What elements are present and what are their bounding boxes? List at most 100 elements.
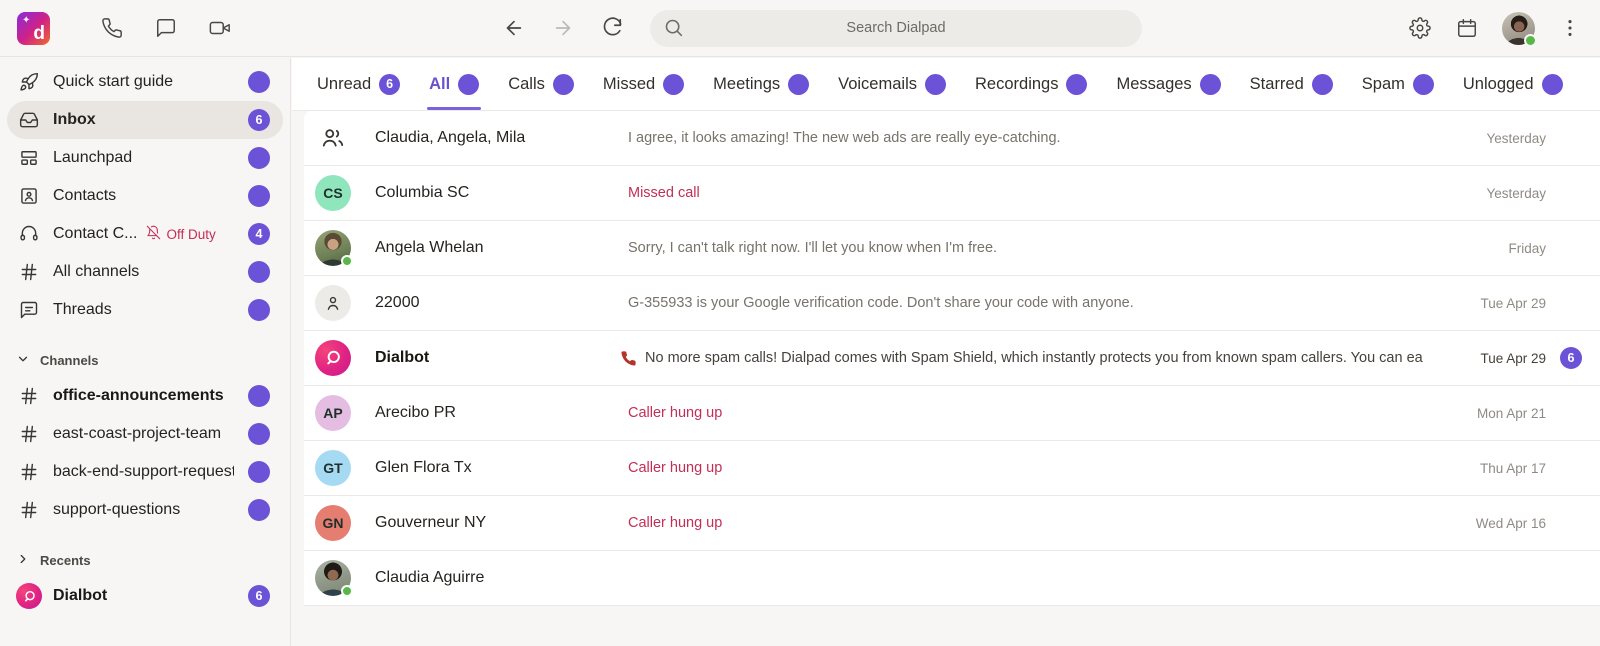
unread-count-badge bbox=[248, 261, 270, 283]
dialbot-logo bbox=[315, 340, 351, 376]
unread-count-badge bbox=[788, 74, 809, 95]
bell-off-icon bbox=[146, 225, 161, 243]
sidebar: Quick start guide Inbox 6 Launchpad Cont… bbox=[0, 58, 291, 646]
forward-icon[interactable] bbox=[551, 16, 575, 40]
recents-section-header[interactable]: Recents bbox=[0, 543, 290, 577]
conversation-list: Claudia, Angela, Mila I agree, it looks … bbox=[304, 111, 1600, 606]
search-input[interactable] bbox=[650, 10, 1142, 47]
tab-all[interactable]: All bbox=[429, 58, 479, 110]
group-icon bbox=[320, 125, 346, 151]
back-icon[interactable] bbox=[502, 16, 526, 40]
sidebar-item-threads[interactable]: Threads bbox=[7, 291, 283, 329]
unread-count-badge: 6 bbox=[248, 585, 270, 607]
dialpad-logo[interactable]: ✦ d bbox=[17, 12, 50, 45]
user-avatar[interactable] bbox=[1502, 12, 1535, 45]
avatar bbox=[315, 560, 351, 596]
inbox-tabs: Unread 6 All Calls Missed Meetings Voice… bbox=[292, 58, 1600, 111]
conversation-name: Columbia SC bbox=[375, 184, 620, 202]
tab-meetings[interactable]: Meetings bbox=[713, 58, 809, 110]
sidebar-item-inbox[interactable]: Inbox 6 bbox=[7, 101, 283, 139]
message-preview: G-355933 is your Google verification cod… bbox=[620, 295, 1464, 311]
conversation-name: Arecibo PR bbox=[375, 404, 620, 422]
unread-count-badge bbox=[553, 74, 574, 95]
conversation-row[interactable]: GN Gouverneur NY Caller hung up Wed Apr … bbox=[304, 496, 1600, 551]
unread-count-badge bbox=[1066, 74, 1087, 95]
timestamp: Friday bbox=[1508, 241, 1546, 256]
avatar bbox=[315, 340, 351, 376]
refresh-icon[interactable] bbox=[600, 16, 624, 40]
hash-icon bbox=[18, 261, 40, 283]
timestamp: Yesterday bbox=[1486, 186, 1546, 201]
message-preview: Missed call bbox=[620, 185, 1470, 201]
avatar bbox=[315, 285, 351, 321]
conversation-name: Glen Flora Tx bbox=[375, 459, 620, 477]
hash-icon bbox=[18, 423, 40, 445]
conversation-row[interactable]: GT Glen Flora Tx Caller hung up Thu Apr … bbox=[304, 441, 1600, 496]
settings-icon[interactable] bbox=[1408, 16, 1432, 40]
sidebar-channel-east-coast-project-team[interactable]: east-coast-project-team bbox=[7, 415, 283, 453]
sidebar-channel-back-end-support-requests[interactable]: back-end-support-requests bbox=[7, 453, 283, 491]
calendar-icon[interactable] bbox=[1455, 16, 1479, 40]
sidebar-item-launchpad[interactable]: Launchpad bbox=[7, 139, 283, 177]
tab-unread[interactable]: Unread 6 bbox=[317, 58, 400, 110]
unread-count-badge bbox=[248, 461, 270, 483]
sidebar-recent-dialbot[interactable]: Dialbot 6 bbox=[7, 577, 283, 615]
avatar: GT bbox=[315, 450, 351, 486]
timestamp: Wed Apr 16 bbox=[1476, 516, 1546, 531]
search-bar bbox=[650, 10, 1142, 47]
tab-missed[interactable]: Missed bbox=[603, 58, 684, 110]
message-preview: Caller hung up bbox=[620, 405, 1461, 421]
unread-count-badge: 6 bbox=[379, 74, 400, 95]
tab-spam[interactable]: Spam bbox=[1362, 58, 1434, 110]
tab-calls[interactable]: Calls bbox=[508, 58, 574, 110]
sidebar-item-quick-start-guide[interactable]: Quick start guide bbox=[7, 63, 283, 101]
timestamp: Mon Apr 21 bbox=[1477, 406, 1546, 421]
tab-starred[interactable]: Starred bbox=[1250, 58, 1333, 110]
conversation-name: Gouverneur NY bbox=[375, 514, 620, 532]
sidebar-item-contacts[interactable]: Contacts bbox=[7, 177, 283, 215]
inbox-icon bbox=[18, 109, 40, 131]
conversation-name: Claudia, Angela, Mila bbox=[375, 129, 620, 147]
conversation-row[interactable]: CS Columbia SC Missed call Yesterday bbox=[304, 166, 1600, 221]
conversation-row[interactable]: Claudia Aguirre bbox=[304, 551, 1600, 606]
tab-messages[interactable]: Messages bbox=[1116, 58, 1220, 110]
sidebar-item-all-channels[interactable]: All channels bbox=[7, 253, 283, 291]
hash-icon bbox=[18, 499, 40, 521]
sidebar-item-contact-center[interactable]: Contact C... Off Duty 4 bbox=[7, 215, 283, 253]
unread-count-badge bbox=[248, 423, 270, 445]
hash-icon bbox=[18, 461, 40, 483]
presence-dot bbox=[341, 255, 353, 267]
unread-count-badge bbox=[248, 147, 270, 169]
conversation-row[interactable]: AP Arecibo PR Caller hung up Mon Apr 21 bbox=[304, 386, 1600, 441]
conversation-row[interactable]: 22000 G-355933 is your Google verificati… bbox=[304, 276, 1600, 331]
timestamp: Tue Apr 29 bbox=[1480, 296, 1546, 311]
sidebar-channel-office-announcements[interactable]: office-announcements bbox=[7, 377, 283, 415]
video-icon[interactable] bbox=[208, 16, 232, 40]
conversation-row[interactable]: Dialbot No more spam calls! Dialpad come… bbox=[304, 331, 1600, 386]
unread-count-badge bbox=[248, 299, 270, 321]
unread-count-badge bbox=[248, 385, 270, 407]
message-preview: No more spam calls! Dialpad comes with S… bbox=[620, 350, 1464, 367]
rocket-icon bbox=[18, 71, 40, 93]
unread-count-badge bbox=[248, 499, 270, 521]
initials-avatar: GT bbox=[315, 450, 351, 486]
channels-section-header[interactable]: Channels bbox=[0, 343, 290, 377]
conversation-row[interactable]: Angela Whelan Sorry, I can't talk right … bbox=[304, 221, 1600, 276]
conversation-name: Angela Whelan bbox=[375, 239, 620, 257]
unread-count-badge bbox=[248, 185, 270, 207]
phone-icon[interactable] bbox=[100, 16, 124, 40]
sidebar-channel-support-questions[interactable]: support-questions bbox=[7, 491, 283, 529]
sparkle-icon: ✦ bbox=[22, 16, 30, 26]
initials-avatar: AP bbox=[315, 395, 351, 431]
unread-count-badge bbox=[1413, 74, 1434, 95]
conversation-row[interactable]: Claudia, Angela, Mila I agree, it looks … bbox=[304, 111, 1600, 166]
unread-count-badge: 6 bbox=[1560, 347, 1582, 369]
tab-recordings[interactable]: Recordings bbox=[975, 58, 1087, 110]
headset-icon bbox=[18, 223, 40, 245]
message-preview: Caller hung up bbox=[620, 515, 1460, 531]
chat-icon[interactable] bbox=[154, 16, 178, 40]
tab-unlogged[interactable]: Unlogged bbox=[1463, 58, 1563, 110]
more-options-icon[interactable] bbox=[1558, 16, 1582, 40]
unread-count-badge bbox=[1542, 74, 1563, 95]
tab-voicemails[interactable]: Voicemails bbox=[838, 58, 946, 110]
